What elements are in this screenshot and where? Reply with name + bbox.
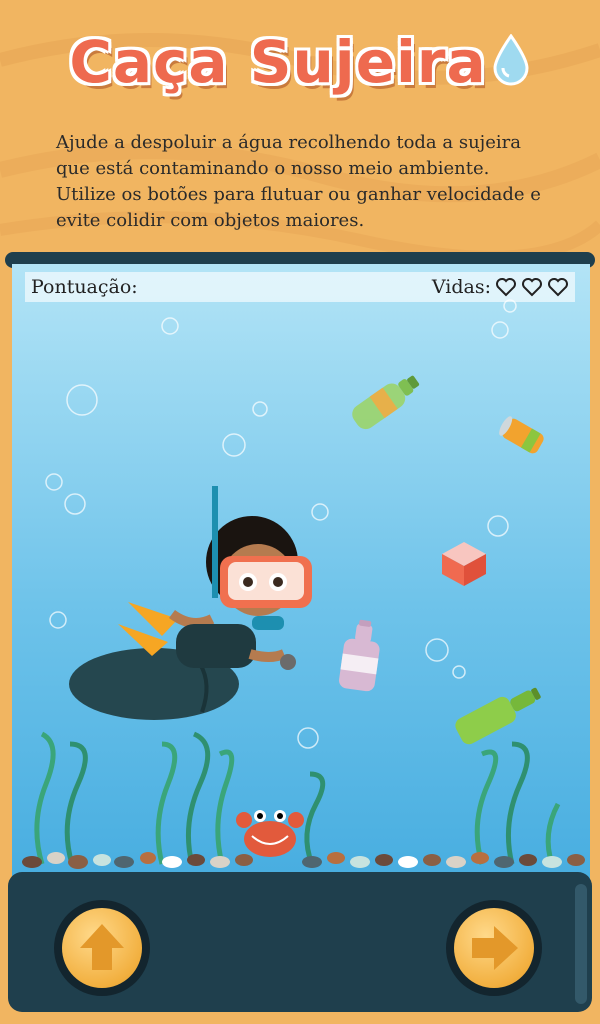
game-hud: Pontuação: Vidas: [25,272,575,302]
float-up-button[interactable] [54,900,150,996]
heart-icon [522,278,542,297]
score-label: Pontuação: [31,276,138,298]
lives-label: Vidas: [431,276,491,298]
speed-right-button[interactable] [446,900,542,996]
game-title: Caça Sujeira [0,28,600,100]
diver-character [69,486,312,720]
seaweed [34,731,561,865]
heart-icon [548,278,568,297]
carton-box-obstacle [442,542,486,586]
lives-indicator: Vidas: [432,276,569,298]
glass-bottle-trash [455,687,541,745]
heart-icon [496,278,516,297]
soda-can-trash [499,416,544,454]
pink-bottle-trash [339,619,380,692]
water-drop-icon [491,32,531,100]
game-title-text: Caça Sujeira [69,28,487,96]
crab-character [236,810,304,857]
panel-edge [575,884,587,1004]
arrow-up-icon [80,924,124,970]
pebbles [22,852,585,869]
game-water-area [12,264,590,884]
intro-text: Ajude a despoluir a água recolhendo toda… [56,132,541,231]
arrow-right-icon [472,926,518,970]
plastic-bottle-trash [352,375,420,430]
